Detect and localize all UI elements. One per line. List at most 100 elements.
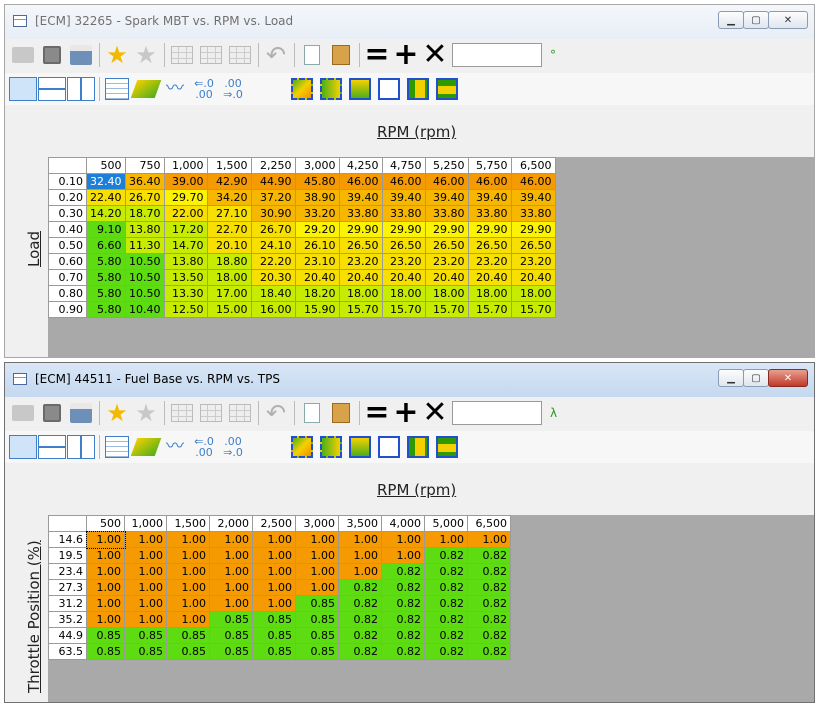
table-cell[interactable]: 26.70 bbox=[124, 189, 165, 206]
view-horizontal-split-button[interactable] bbox=[38, 76, 66, 102]
table-cell[interactable]: 18.80 bbox=[206, 253, 252, 270]
row-header[interactable]: 44.9 bbox=[48, 627, 87, 644]
table-cell[interactable]: 1.00 bbox=[381, 547, 425, 564]
table-cell[interactable]: 15.70 bbox=[510, 301, 556, 318]
table-cell[interactable]: 33.80 bbox=[467, 205, 512, 222]
table-cell[interactable]: 26.50 bbox=[424, 237, 469, 254]
table-cell[interactable]: 20.40 bbox=[381, 269, 426, 286]
graph-view-button[interactable]: 〰 bbox=[161, 434, 189, 460]
table-cell[interactable]: 15.70 bbox=[424, 301, 469, 318]
color-mode-3-button[interactable] bbox=[346, 76, 374, 102]
table-cell[interactable]: 39.40 bbox=[510, 189, 556, 206]
table-cell[interactable]: 23.20 bbox=[510, 253, 556, 270]
table-cell[interactable]: 0.85 bbox=[86, 627, 125, 644]
paste-button[interactable] bbox=[327, 400, 355, 426]
multiply-value-button[interactable]: ✕ bbox=[421, 398, 449, 428]
table-cell[interactable]: 1.00 bbox=[252, 579, 296, 596]
table-cell[interactable]: 18.00 bbox=[206, 269, 252, 286]
table-cell[interactable]: 5.80 bbox=[86, 301, 126, 318]
table-cell[interactable]: 29.90 bbox=[381, 221, 426, 238]
table-cell[interactable]: 1.00 bbox=[209, 595, 253, 612]
table-cell[interactable]: 33.80 bbox=[424, 205, 469, 222]
table-cell[interactable]: 22.70 bbox=[206, 221, 252, 238]
table-cell[interactable]: 33.80 bbox=[381, 205, 426, 222]
table-cell[interactable]: 29.90 bbox=[424, 221, 469, 238]
row-header[interactable]: 0.30 bbox=[48, 205, 87, 222]
table-cell[interactable]: 42.90 bbox=[206, 173, 252, 190]
table-cell[interactable]: 14.70 bbox=[163, 237, 208, 254]
table-cell[interactable]: 18.00 bbox=[381, 285, 426, 302]
table-cell[interactable]: 0.82 bbox=[424, 611, 468, 628]
copy-button[interactable] bbox=[298, 42, 326, 68]
table-cell[interactable]: 1.00 bbox=[467, 531, 511, 548]
row-header[interactable]: 0.40 bbox=[48, 221, 87, 238]
table-cell[interactable]: 0.85 bbox=[295, 611, 339, 628]
table-cell[interactable]: 1.00 bbox=[124, 531, 167, 548]
table-cell[interactable]: 26.10 bbox=[294, 237, 340, 254]
table-cell[interactable]: 1.00 bbox=[86, 563, 125, 580]
value-input[interactable] bbox=[452, 401, 542, 425]
table-cell[interactable]: 20.40 bbox=[510, 269, 556, 286]
print-button[interactable] bbox=[67, 42, 95, 68]
table-cell[interactable]: 46.00 bbox=[467, 173, 512, 190]
table-cell[interactable]: 1.00 bbox=[86, 579, 125, 596]
table-cell[interactable]: 15.90 bbox=[294, 301, 340, 318]
table-cell[interactable]: 1.00 bbox=[86, 547, 125, 564]
table-cell[interactable]: 20.40 bbox=[294, 269, 340, 286]
table-cell[interactable]: 10.50 bbox=[124, 285, 165, 302]
open-button[interactable] bbox=[9, 400, 37, 426]
table-cell[interactable]: 1.00 bbox=[124, 611, 167, 628]
add-value-button[interactable]: + bbox=[392, 398, 420, 428]
table-cell[interactable]: 1.00 bbox=[295, 579, 339, 596]
table-cell[interactable]: 13.50 bbox=[163, 269, 208, 286]
table-cell[interactable]: 17.00 bbox=[206, 285, 252, 302]
data-table[interactable]: 500 750 1,000 1,500 2,250 3,000 4,250 4,750 5,25… bbox=[48, 157, 556, 318]
table-cell[interactable]: 1.00 bbox=[166, 547, 210, 564]
decrease-decimal-button[interactable]: ⇐.0.00 bbox=[190, 76, 218, 102]
row-header[interactable]: 14.6 bbox=[48, 531, 87, 548]
table-cell[interactable]: 0.82 bbox=[424, 563, 468, 580]
set-value-button[interactable]: = bbox=[363, 40, 391, 70]
table-cell[interactable]: 23.20 bbox=[338, 253, 383, 270]
table-cell[interactable]: 1.00 bbox=[381, 531, 425, 548]
maximize-button[interactable]: ▢ bbox=[743, 11, 769, 29]
undo-button[interactable]: ↶ bbox=[262, 400, 290, 426]
table-cell[interactable]: 18.00 bbox=[338, 285, 383, 302]
table-cell[interactable]: 1.00 bbox=[295, 531, 339, 548]
table-insert-button[interactable] bbox=[197, 42, 225, 68]
table-cell[interactable]: 1.00 bbox=[124, 547, 167, 564]
table-cell[interactable]: 29.90 bbox=[510, 221, 556, 238]
table-cell[interactable]: 0.85 bbox=[166, 627, 210, 644]
column-header[interactable]: 4,750 bbox=[381, 157, 426, 174]
color-mode-1-button[interactable] bbox=[288, 76, 316, 102]
table-cell[interactable]: 23.20 bbox=[467, 253, 512, 270]
table-cell[interactable]: 0.82 bbox=[424, 547, 468, 564]
table-cell[interactable]: 39.40 bbox=[338, 189, 383, 206]
row-header[interactable]: 19.5 bbox=[48, 547, 87, 564]
column-header[interactable]: 500 bbox=[86, 515, 125, 532]
view-single-button[interactable] bbox=[9, 434, 37, 460]
table-cell[interactable]: 1.00 bbox=[86, 611, 125, 628]
table-cell[interactable]: 1.00 bbox=[209, 579, 253, 596]
table-cell[interactable]: 37.20 bbox=[250, 189, 296, 206]
table-button[interactable] bbox=[168, 42, 196, 68]
table-cell[interactable]: 26.50 bbox=[510, 237, 556, 254]
title-bar[interactable]: [ECM] 32265 - Spark MBT vs. RPM vs. Load… bbox=[5, 5, 814, 39]
table-cell[interactable]: 22.20 bbox=[250, 253, 296, 270]
remove-favorite-button[interactable]: ★ bbox=[132, 400, 160, 426]
table-cell[interactable]: 32.40 bbox=[86, 173, 126, 190]
table-cell[interactable]: 39.40 bbox=[424, 189, 469, 206]
table-cell[interactable]: 0.85 bbox=[124, 643, 167, 660]
color-mode-5-button[interactable] bbox=[404, 76, 432, 102]
table-cell[interactable]: 0.82 bbox=[467, 627, 511, 644]
view-vertical-split-button[interactable] bbox=[67, 76, 95, 102]
table-cell[interactable]: 15.70 bbox=[338, 301, 383, 318]
column-header[interactable]: 2,000 bbox=[209, 515, 253, 532]
table-cell[interactable]: 1.00 bbox=[209, 531, 253, 548]
table-cell[interactable]: 1.00 bbox=[338, 563, 382, 580]
copy-button[interactable] bbox=[298, 400, 326, 426]
table-delete-button[interactable] bbox=[226, 400, 254, 426]
add-favorite-button[interactable]: ★ bbox=[103, 42, 131, 68]
table-cell[interactable]: 29.20 bbox=[294, 221, 340, 238]
table-cell[interactable]: 1.00 bbox=[252, 595, 296, 612]
